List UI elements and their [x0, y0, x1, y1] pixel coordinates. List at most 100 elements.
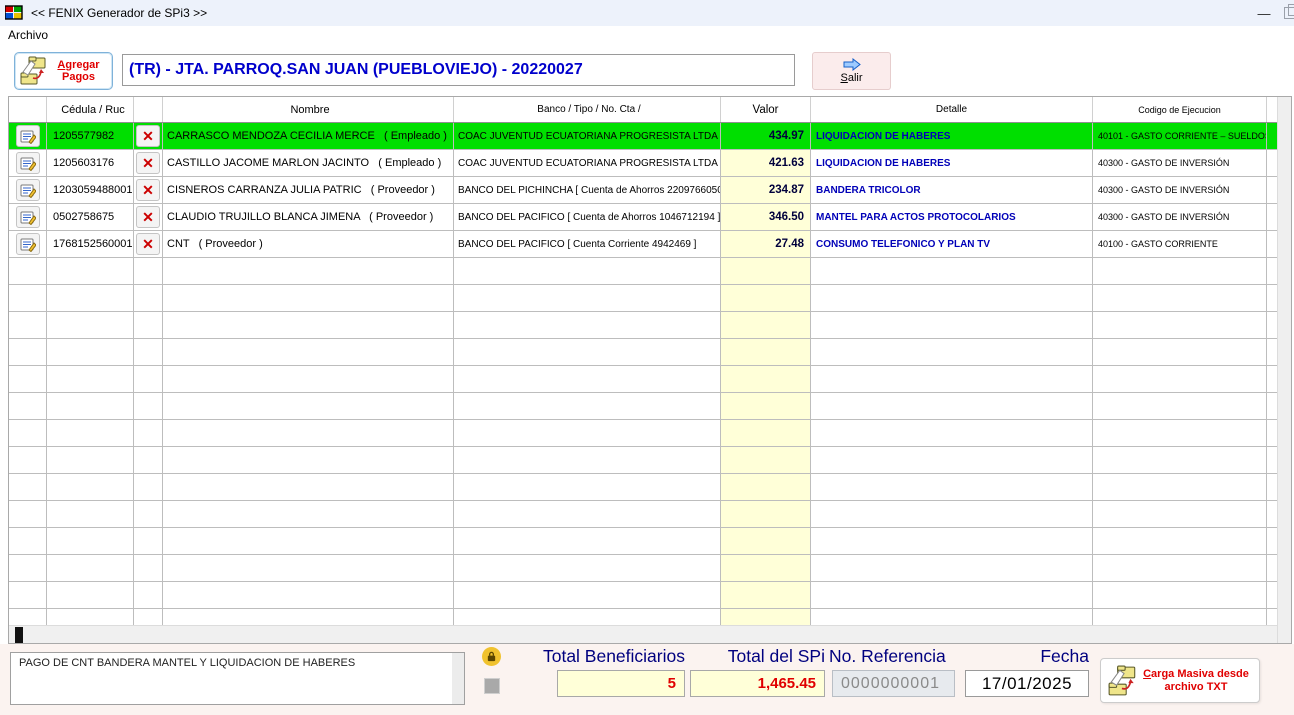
- payment-row[interactable]: 1205603176✕CASTILLO JACOME MARLON JACINT…: [9, 150, 1277, 177]
- nombre-cell: CISNEROS CARRANZA JULIA PATRIC ( Proveed…: [163, 177, 454, 204]
- codigo-cell: 40101 - GASTO CORRIENTE – SUELDOS: [1093, 123, 1267, 150]
- edit-cell: [9, 177, 47, 204]
- delete-cell: [134, 312, 163, 339]
- app-logo-icon: [5, 4, 23, 22]
- payment-row[interactable]: 1768152560001✕CNT ( Proveedor )BANCO DEL…: [9, 231, 1277, 258]
- edit-row-button[interactable]: [16, 206, 40, 228]
- delete-row-button[interactable]: ✕: [136, 206, 160, 228]
- restore-icon[interactable]: [1284, 7, 1294, 19]
- delete-cell: ✕: [134, 177, 163, 204]
- stub-cell: [1267, 177, 1277, 204]
- nombre-cell: [163, 582, 454, 609]
- observaciones-textarea[interactable]: PAGO DE CNT BANDERA MANTEL Y LIQUIDACION…: [10, 652, 465, 705]
- delete-cell: [134, 528, 163, 555]
- stub-cell: [1267, 501, 1277, 528]
- cedula-cell: 0502758675: [47, 204, 134, 231]
- nombre-cell: [163, 420, 454, 447]
- menu-archivo[interactable]: Archivo: [0, 26, 56, 44]
- detalle-cell: [811, 285, 1093, 312]
- banco-cell: [454, 582, 721, 609]
- nombre-cell: CARRASCO MENDOZA CECILIA MERCE ( Emplead…: [163, 123, 454, 150]
- detalle-cell: [811, 474, 1093, 501]
- codigo-cell: [1093, 501, 1267, 528]
- edit-cell: [9, 312, 47, 339]
- nombre-cell: [163, 285, 454, 312]
- agregar-pagos-button[interactable]: Agregar Pagos: [14, 52, 113, 90]
- detalle-cell: [811, 420, 1093, 447]
- edit-cell: [9, 150, 47, 177]
- delete-row-button[interactable]: ✕: [136, 152, 160, 174]
- banco-cell: BANCO DEL PACIFICO [ Cuenta de Ahorros 1…: [454, 204, 721, 231]
- delete-row-button[interactable]: ✕: [136, 125, 160, 147]
- empty-row: [9, 339, 1277, 366]
- cedula-cell: 1768152560001: [47, 231, 134, 258]
- delete-x-icon: ✕: [142, 210, 154, 224]
- status-square[interactable]: [484, 678, 500, 694]
- valor-cell: [721, 447, 811, 474]
- menubar: Archivo: [0, 26, 1294, 46]
- header-stub: [1267, 97, 1277, 122]
- cedula-cell: [47, 420, 134, 447]
- header-cedula: Cédula / Ruc: [47, 97, 134, 122]
- empty-row: [9, 258, 1277, 285]
- detalle-cell: [811, 393, 1093, 420]
- delete-x-icon: ✕: [142, 183, 154, 197]
- banco-cell: COAC JUVENTUD ECUATORIANA PROGRESISTA LT…: [454, 150, 721, 177]
- cedula-cell: [47, 447, 134, 474]
- salir-button[interactable]: Salir: [812, 52, 891, 90]
- cedula-cell: [47, 501, 134, 528]
- codigo-cell: [1093, 258, 1267, 285]
- total-spi-label: Total del SPi: [700, 646, 825, 667]
- banco-cell: BANCO DEL PACIFICO [ Cuenta Corriente 49…: [454, 231, 721, 258]
- delete-cell: [134, 447, 163, 474]
- footer-panel: PAGO DE CNT BANDERA MANTEL Y LIQUIDACION…: [0, 644, 1294, 715]
- header-banco: Banco / Tipo / No. Cta /: [454, 97, 721, 122]
- banco-cell: [454, 501, 721, 528]
- observaciones-scrollbar[interactable]: [452, 653, 464, 704]
- nombre-cell: [163, 393, 454, 420]
- valor-cell: [721, 258, 811, 285]
- edit-row-button[interactable]: [16, 179, 40, 201]
- toolbar: Agregar Pagos Salir: [0, 46, 1294, 94]
- edit-cell: [9, 501, 47, 528]
- titlebar: << FENIX Generador de SPi3 >> —: [0, 0, 1294, 26]
- delete-cell: [134, 420, 163, 447]
- detalle-cell: CONSUMO TELEFONICO Y PLAN TV: [811, 231, 1093, 258]
- minimize-button[interactable]: —: [1244, 6, 1284, 21]
- stub-cell: [1267, 528, 1277, 555]
- stub-cell: [1267, 474, 1277, 501]
- horizontal-scrollbar[interactable]: [9, 625, 1277, 643]
- carga-masiva-button[interactable]: Carga Masiva desde archivo TXT: [1100, 658, 1260, 703]
- edit-row-button[interactable]: [16, 125, 40, 147]
- banco-cell: [454, 528, 721, 555]
- valor-cell: 234.87: [721, 177, 811, 204]
- delete-row-button[interactable]: ✕: [136, 179, 160, 201]
- delete-row-button[interactable]: ✕: [136, 233, 160, 255]
- detalle-cell: [811, 582, 1093, 609]
- codigo-cell: [1093, 582, 1267, 609]
- banco-cell: [454, 555, 721, 582]
- total-beneficiarios-label: Total Beneficiarios: [517, 646, 685, 667]
- payment-row[interactable]: 0502758675✕CLAUDIO TRUJILLO BLANCA JIMEN…: [9, 204, 1277, 231]
- entity-title-field[interactable]: [122, 54, 795, 86]
- vertical-scrollbar[interactable]: [1277, 97, 1291, 643]
- valor-cell: [721, 474, 811, 501]
- fecha-value[interactable]: 17/01/2025: [965, 670, 1089, 697]
- detalle-cell: [811, 555, 1093, 582]
- edit-row-button[interactable]: [16, 233, 40, 255]
- empty-row: [9, 447, 1277, 474]
- nombre-cell: [163, 474, 454, 501]
- stub-cell: [1267, 123, 1277, 150]
- codigo-cell: [1093, 366, 1267, 393]
- payment-row[interactable]: 1205577982✕CARRASCO MENDOZA CECILIA MERC…: [9, 123, 1277, 150]
- payment-row[interactable]: 1203059488001✕CISNEROS CARRANZA JULIA PA…: [9, 177, 1277, 204]
- edit-row-button[interactable]: [16, 152, 40, 174]
- delete-cell: [134, 474, 163, 501]
- delete-cell: [134, 285, 163, 312]
- cedula-cell: [47, 339, 134, 366]
- valor-cell: [721, 312, 811, 339]
- nombre-cell: [163, 501, 454, 528]
- delete-cell: ✕: [134, 231, 163, 258]
- stub-cell: [1267, 555, 1277, 582]
- horizontal-scrollbar-thumb[interactable]: [15, 627, 23, 643]
